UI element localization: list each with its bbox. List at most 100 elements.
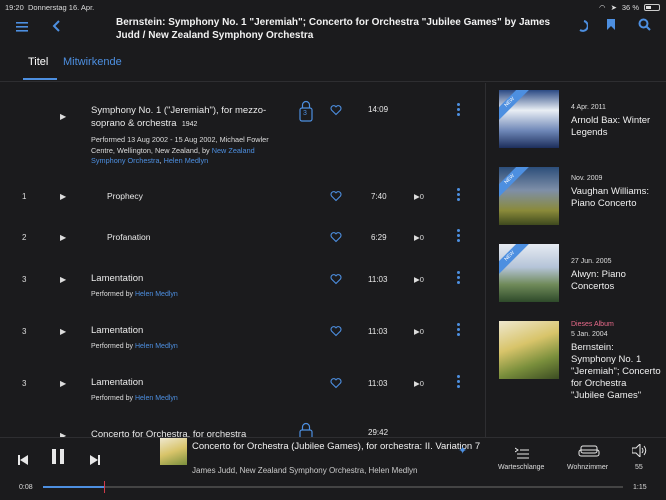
favorite-heart-icon[interactable] [330,377,342,389]
track-row[interactable]: 3 ▶ Lamentation Performed by Helen Medly… [0,263,485,305]
album-card[interactable]: NEW Nov. 2009 Vaughan Williams: Piano Co… [499,167,664,237]
volume-icon[interactable] [631,442,648,462]
track-duration: 14:09 [368,105,389,114]
play-icon[interactable]: ▶ [60,379,66,388]
room-sofa-icon[interactable] [578,445,600,463]
album-date: 27 Jun. 2005 [571,258,612,265]
play-icon[interactable]: ▶ [60,192,66,201]
favorite-heart-icon[interactable] [330,190,342,202]
elapsed-time: 0:08 [19,484,33,491]
volume-level: 55 [635,464,643,471]
progress-fill [43,486,106,488]
favorite-heart-icon[interactable] [330,104,342,116]
play-count: ▶0 [414,379,424,388]
battery-percent: 36 % [621,3,639,12]
track-performer: Performed by Helen Medlyn [91,394,178,404]
new-ribbon: NEW [499,244,531,278]
queue-label[interactable]: Warteschlange [498,464,544,471]
loading-icon [578,19,589,37]
previous-icon[interactable] [18,452,28,470]
more-options-icon[interactable] [457,103,461,118]
track-duration: 11:03 [368,379,388,388]
track-row[interactable]: 3 ▶ Lamentation Performed by Helen Medly… [0,315,485,357]
tab-mitwirkende[interactable]: Mitwirkende [63,56,122,68]
album-name: Vaughan Williams: Piano Concerto [571,186,649,209]
now-playing-title[interactable]: Concerto for Orchestra (Jubilee Games), … [192,441,492,453]
lock-count-icon: 3 [299,99,313,128]
more-options-icon[interactable] [457,323,461,338]
track-list[interactable]: ▶ Symphony No. 1 ("Jeremiah"), for mezzo… [0,83,486,437]
tab-bar: Titel Mitwirkende [0,50,666,82]
album-date: 5 Jan. 2004 [571,331,608,338]
bookmark-icon[interactable] [606,18,616,36]
progress-bar[interactable] [43,486,623,488]
related-albums[interactable]: NEW 4 Apr. 2011 Arnold Bax: Winter Legen… [487,83,666,437]
now-playing-bar: Concerto for Orchestra (Jubilee Games), … [0,437,666,500]
track-row[interactable]: 1 ▶ Prophecy 7:40 ▶0 [0,180,485,210]
track-title: Lamentation [91,325,144,336]
album-name: Alwyn: Piano Concertos [571,269,626,292]
next-icon[interactable] [90,452,100,470]
favorite-heart-icon[interactable] [330,273,342,285]
track-duration: 29:42 [368,428,389,437]
work-title: Concerto for Orchestra, for orchestra [91,429,247,437]
search-icon[interactable] [638,18,651,36]
track-number: 2 [22,233,27,242]
track-row[interactable]: 3 ▶ Lamentation Performed by Helen Medly… [0,367,485,409]
play-count: ▶0 [414,275,424,284]
new-ribbon: NEW [499,90,531,124]
track-title: Lamentation [91,273,144,284]
performer-link[interactable]: Helen Medlyn [135,291,178,298]
track-duration: 11:03 [368,327,388,336]
play-count-value: 0 [419,192,424,201]
performer-link-medlyn[interactable]: Helen Medlyn [164,156,209,165]
performed-by-label: Performed by [91,291,134,298]
play-icon[interactable]: ▶ [60,233,66,242]
tab-titel[interactable]: Titel [28,56,48,68]
album-card[interactable]: NEW 27 Jun. 2005 Alwyn: Piano Concertos [499,244,664,314]
status-right: ◠ ➤ 36 % [599,3,660,12]
lock-count-icon [299,421,313,437]
track-performer: Performed by Helen Medlyn [91,342,178,352]
favorite-heart-icon[interactable] [330,231,342,243]
play-count: ▶0 [414,233,424,242]
current-album-badge: Dieses Album [571,321,614,328]
work-performed: Performed 13 Aug 2002 - 15 Aug 2002, Mic… [91,135,281,167]
sparkle-icon: ✦ [458,445,468,457]
performer-link[interactable]: Helen Medlyn [135,343,178,350]
menu-icon[interactable] [16,19,28,36]
now-playing-artist: James Judd, New Zealand Symphony Orchest… [192,466,418,475]
favorite-heart-icon[interactable] [330,325,342,337]
status-bar: 19:20 Donnerstag 16. Apr. ◠ ➤ 36 % [0,0,666,14]
queue-icon[interactable] [514,446,529,464]
track-duration: 7:40 [371,192,387,201]
play-icon[interactable]: ▶ [60,112,66,121]
album-card-current[interactable]: Dieses Album 5 Jan. 2004 Bernstein: Symp… [499,321,664,431]
album-name: Arnold Bax: Winter Legends [571,115,651,138]
play-count: ▶0 [414,327,424,336]
now-playing-cover[interactable] [160,438,187,465]
play-icon[interactable]: ▶ [60,327,66,336]
more-options-icon[interactable] [457,229,461,244]
track-row-work[interactable]: ▶ Symphony No. 1 ("Jeremiah"), for mezzo… [0,83,485,173]
room-label[interactable]: Wohnzimmer [567,464,608,471]
album-card[interactable]: NEW 4 Apr. 2011 Arnold Bax: Winter Legen… [499,90,664,160]
more-options-icon[interactable] [457,375,461,390]
album-cover: NEW [499,244,559,302]
back-icon[interactable] [52,19,60,37]
album-cover: NEW [499,90,559,148]
status-time: 19:20 [5,3,24,12]
track-duration: 11:03 [368,275,388,284]
track-title: Prophecy [107,191,143,201]
lock-count: 3 [303,110,307,117]
album-date: Nov. 2009 [571,175,603,182]
pause-icon[interactable] [52,449,64,469]
performer-link[interactable]: Helen Medlyn [135,395,178,402]
progress-handle[interactable] [104,481,105,493]
track-row-work[interactable]: ▶ Concerto for Orchestra, for orchestra … [0,419,485,437]
play-icon[interactable]: ▶ [60,275,66,284]
wifi-icon: ◠ [599,3,606,12]
track-row[interactable]: 2 ▶ Profanation 6:29 ▶0 [0,221,485,251]
more-options-icon[interactable] [457,271,461,286]
more-options-icon[interactable] [457,188,461,203]
